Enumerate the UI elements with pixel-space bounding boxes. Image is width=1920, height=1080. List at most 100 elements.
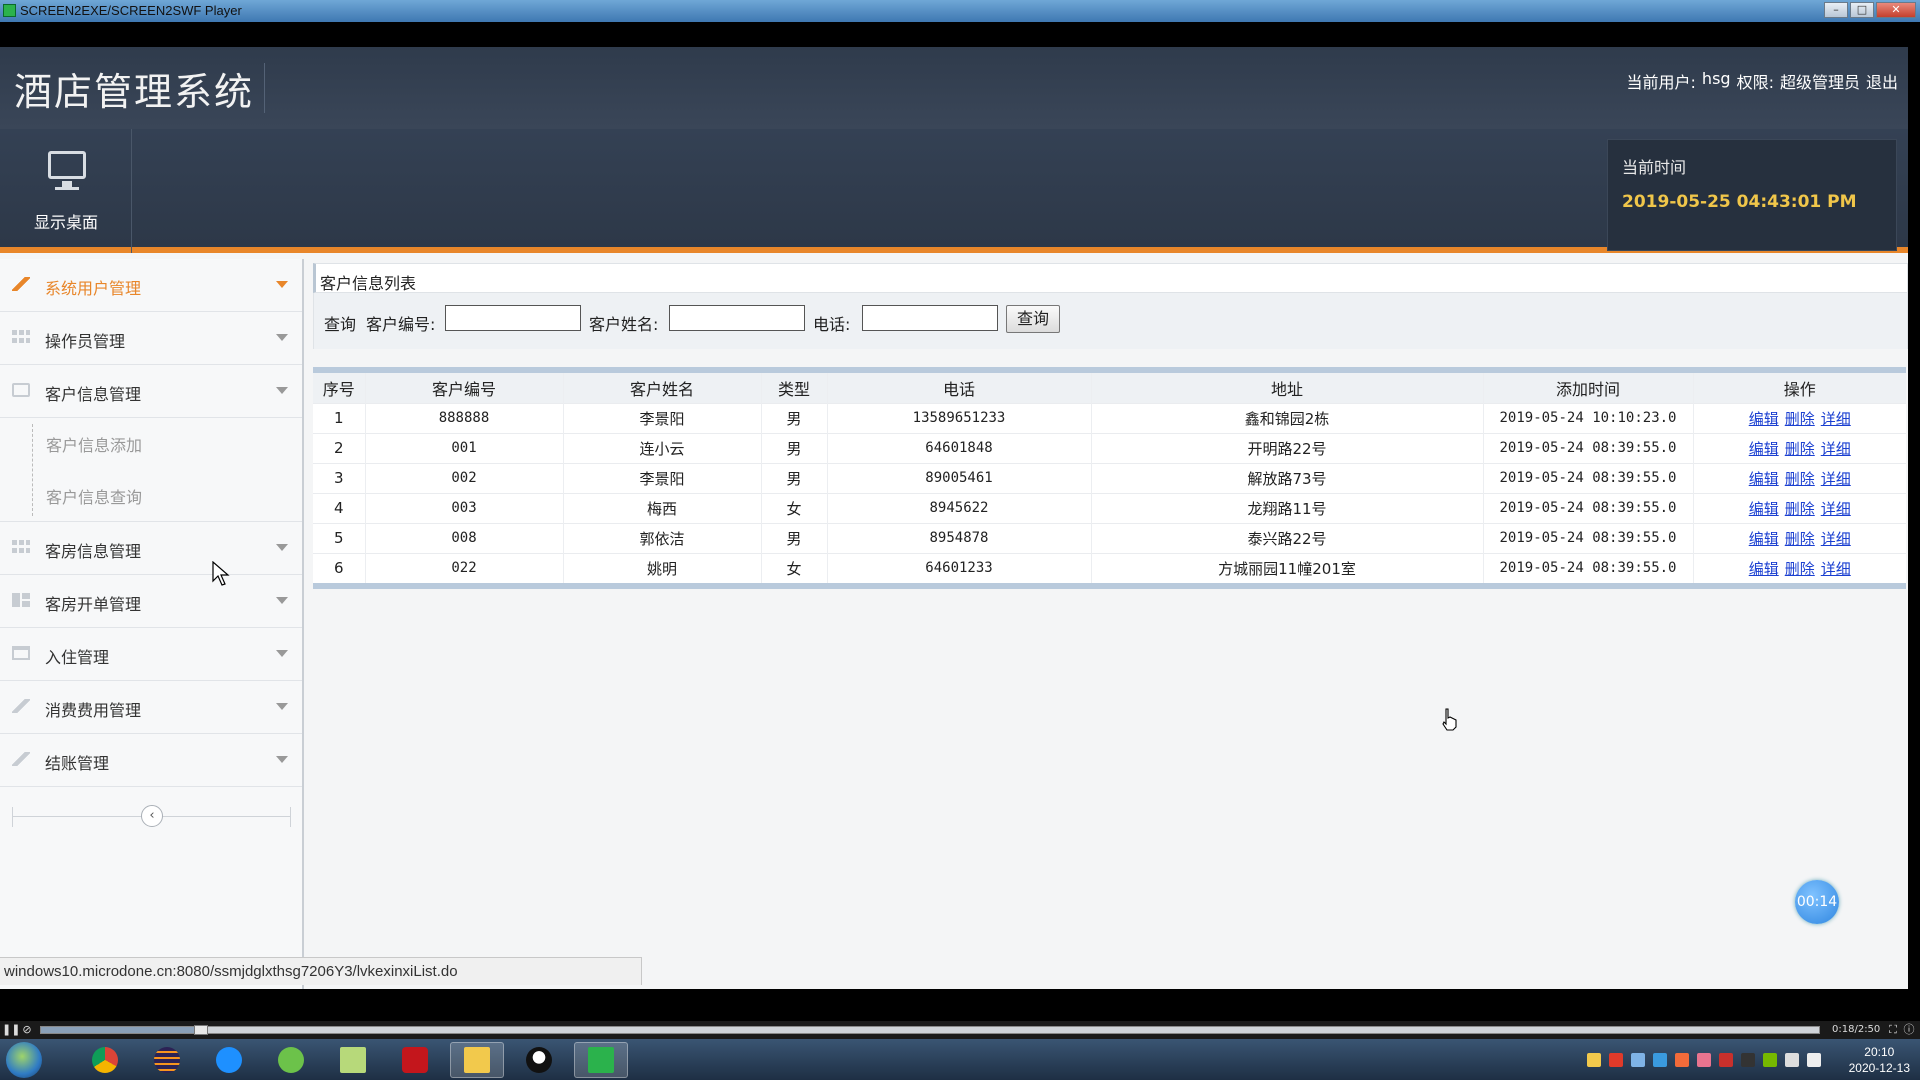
player-app-icon xyxy=(3,4,16,17)
progress-track[interactable] xyxy=(40,1025,1820,1035)
delete-link[interactable]: 删除 xyxy=(1785,560,1815,578)
pause-icon[interactable]: ❚❚ xyxy=(2,1023,20,1037)
sidebar-item-consumption[interactable]: 消费费用管理 xyxy=(0,681,302,734)
current-time-label: 当前时间 xyxy=(1622,158,1687,177)
taskbar-eclipse[interactable] xyxy=(140,1042,194,1078)
logout-link[interactable]: 退出 xyxy=(1866,69,1898,93)
tray-nvidia-icon[interactable] xyxy=(1762,1052,1777,1067)
taskbar-explorer[interactable] xyxy=(450,1042,504,1078)
sidebar-item-rooms[interactable]: 客房信息管理 xyxy=(0,522,302,575)
chevron-down-icon xyxy=(276,387,288,394)
customer-table: 序号 客户编号 客户姓名 类型 电话 地址 添加时间 操作 1 888888 李景阳… xyxy=(313,373,1906,583)
taskbar-browser[interactable] xyxy=(202,1042,256,1078)
detail-link[interactable]: 详细 xyxy=(1821,530,1851,548)
sidebar-item-label: 客户信息管理 xyxy=(45,385,142,404)
role-value: 超级管理员 xyxy=(1779,73,1860,92)
tray-flag-icon[interactable] xyxy=(1806,1052,1821,1067)
show-desktop-button[interactable]: 显示桌面 xyxy=(0,129,132,253)
start-button[interactable] xyxy=(6,1042,42,1078)
delete-link[interactable]: 删除 xyxy=(1785,500,1815,518)
sidebar-item-operators[interactable]: 操作员管理 xyxy=(0,312,302,365)
detail-link[interactable]: 详细 xyxy=(1821,440,1851,458)
taskbar-screen-player[interactable] xyxy=(574,1042,628,1078)
delete-link[interactable]: 删除 xyxy=(1785,410,1815,428)
column-header: 地址 xyxy=(1090,373,1483,403)
row-actions: 编辑 删除 详细 xyxy=(1692,552,1906,583)
sidebar-item-label: 操作员管理 xyxy=(45,332,126,351)
table-row: 4 003 梅西女 8945622 龙翔路11号 2019-05-24 08:39:55.… xyxy=(313,492,1906,523)
submenu-item-query-customer[interactable]: 客户信息查询 xyxy=(46,484,142,508)
edit-link[interactable]: 编辑 xyxy=(1749,410,1779,428)
tray-pc-icon[interactable] xyxy=(1586,1052,1601,1067)
taskbar-chrome[interactable] xyxy=(78,1042,132,1078)
taskbar-notepad[interactable] xyxy=(326,1042,380,1078)
delete-link[interactable]: 删除 xyxy=(1785,440,1815,458)
edit-link[interactable]: 编辑 xyxy=(1749,440,1779,458)
minimize-button[interactable]: – xyxy=(1824,2,1848,18)
search-button[interactable]: 查询 xyxy=(1006,305,1060,333)
window-title-bar: SCREEN2EXE/SCREEN2SWF Player – □ ✕ xyxy=(0,0,1920,22)
pen-icon xyxy=(12,699,30,713)
submenu-item-add-customer[interactable]: 客户信息添加 xyxy=(46,432,142,456)
tiles-icon xyxy=(12,593,30,607)
tray-flower-icon[interactable] xyxy=(1696,1052,1711,1067)
sidebar-item-checkin[interactable]: 入住管理 xyxy=(0,628,302,681)
detail-link[interactable]: 详细 xyxy=(1821,410,1851,428)
tray-sogou-icon[interactable] xyxy=(1608,1052,1623,1067)
stop-icon[interactable]: ⊘ xyxy=(20,1023,34,1037)
timer-bubble: 00:14 xyxy=(1795,880,1839,924)
row-actions: 编辑 删除 详细 xyxy=(1692,492,1906,523)
column-header: 客户姓名 xyxy=(562,373,761,403)
table-row: 6 022 姚明女 64601233 方城丽园11幢201室 2019-05-24 08:… xyxy=(313,552,1906,583)
hotel-app: 酒店管理系统 当前用户: hsg 权限: 超级管理员 退出 显示桌面 当前时间 … xyxy=(0,47,1908,989)
collapse-sidebar-button[interactable]: ‹ xyxy=(141,805,163,827)
sidebar-item-checkout[interactable]: 结账管理 xyxy=(0,734,302,787)
customer-table-wrap: 序号 客户编号 客户姓名 类型 电话 地址 添加时间 操作 1 888888 李景阳… xyxy=(313,367,1906,589)
tray-network-icon[interactable] xyxy=(1630,1052,1645,1067)
fullscreen-icon[interactable]: ⛶ xyxy=(1886,1023,1900,1037)
row-customer-name: 姚明 xyxy=(562,552,761,583)
taskbar-flash[interactable] xyxy=(388,1042,442,1078)
tray-shield-icon[interactable] xyxy=(1652,1052,1667,1067)
customer-id-input[interactable] xyxy=(445,305,581,331)
progress-thumb[interactable] xyxy=(194,1025,209,1035)
tray-arrow-icon[interactable] xyxy=(1718,1052,1733,1067)
sidebar-item-customers[interactable]: 客户信息管理 xyxy=(0,365,302,418)
row-type: 男 xyxy=(760,522,827,553)
detail-link[interactable]: 详细 xyxy=(1821,470,1851,488)
edit-link[interactable]: 编辑 xyxy=(1749,560,1779,578)
customer-name-input[interactable] xyxy=(669,305,805,331)
table-row: 1 888888 李景阳男 13589651233 鑫和锦园2栋 2019-05-24 1… xyxy=(313,402,1906,433)
edit-link[interactable]: 编辑 xyxy=(1749,530,1779,548)
taskbar-clock[interactable]: 20:10 2020-12-13 xyxy=(1849,1044,1910,1076)
chrome-icon xyxy=(92,1047,118,1073)
tray-update-icon[interactable] xyxy=(1674,1052,1689,1067)
edit-link[interactable]: 编辑 xyxy=(1749,470,1779,488)
column-header: 添加时间 xyxy=(1482,373,1693,403)
user-info: 当前用户: hsg 权限: 超级管理员 退出 xyxy=(1627,69,1898,93)
table-row: 3 002 李景阳男 89005461 解放路73号 2019-05-24 08:39:5… xyxy=(313,462,1906,493)
row-phone: 8954878 xyxy=(826,522,1091,553)
taskbar-360[interactable] xyxy=(264,1042,318,1078)
delete-link[interactable]: 删除 xyxy=(1785,470,1815,488)
taskbar-qq[interactable] xyxy=(512,1042,566,1078)
column-header: 序号 xyxy=(313,373,365,403)
sidebar-item-system-users[interactable]: 系统用户管理 xyxy=(0,259,302,312)
windows-taskbar: 20:10 2020-12-13 xyxy=(0,1039,1920,1080)
row-seq: 1 xyxy=(313,402,365,433)
maximize-button[interactable]: □ xyxy=(1850,2,1874,18)
sidebar-item-room-orders[interactable]: 客房开单管理 xyxy=(0,575,302,628)
edit-link[interactable]: 编辑 xyxy=(1749,500,1779,518)
grid-icon xyxy=(12,330,30,344)
row-actions: 编辑 删除 详细 xyxy=(1692,462,1906,493)
close-button[interactable]: ✕ xyxy=(1876,2,1916,18)
phone-input[interactable] xyxy=(862,305,998,331)
notepad-icon xyxy=(340,1047,366,1073)
detail-link[interactable]: 详细 xyxy=(1821,560,1851,578)
delete-link[interactable]: 删除 xyxy=(1785,530,1815,548)
tray-volume-icon[interactable] xyxy=(1784,1052,1799,1067)
detail-link[interactable]: 详细 xyxy=(1821,500,1851,518)
info-icon[interactable]: ⓘ xyxy=(1902,1023,1916,1037)
pen-icon xyxy=(12,752,30,766)
tray-qq-icon[interactable] xyxy=(1740,1052,1755,1067)
